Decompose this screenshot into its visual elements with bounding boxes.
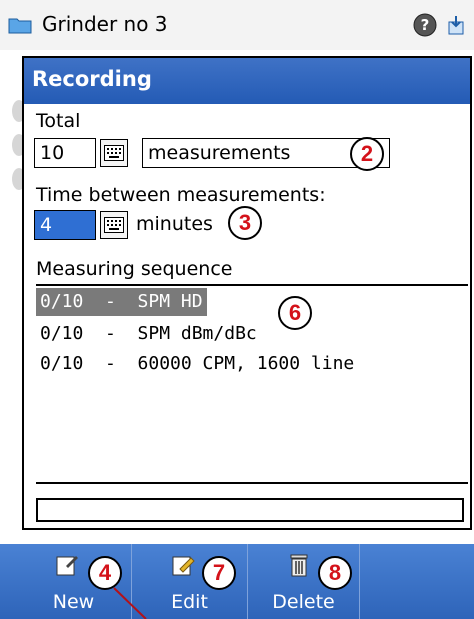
callout-7: 7	[202, 556, 236, 590]
title-bar: Grinder no 3 ?	[0, 0, 474, 50]
folder-icon	[8, 18, 32, 34]
interval-unit-label: minutes	[136, 213, 213, 235]
sequence-item[interactable]: 0/10 - SPM dBm/dBc	[36, 320, 261, 348]
total-label: Total	[36, 110, 81, 132]
dialog-header: Recording	[24, 58, 470, 104]
callout-8: 8	[318, 556, 352, 590]
delete-icon	[290, 554, 308, 577]
keyboard-icon	[104, 145, 124, 161]
recording-dialog: Recording Total 10 measurements 2 Time b…	[22, 56, 472, 530]
new-icon	[56, 556, 78, 576]
sequence-divider	[36, 284, 468, 286]
keyboard-icon	[104, 217, 124, 233]
total-input[interactable]: 10	[34, 138, 96, 168]
interval-keyboard-button[interactable]	[100, 211, 128, 239]
svg-text:?: ?	[421, 16, 430, 34]
delete-button-label: Delete	[272, 591, 335, 613]
total-keyboard-button[interactable]	[100, 139, 128, 167]
callout-4: 4	[88, 556, 122, 590]
bottom-toolbar: New Edit Delete	[0, 544, 474, 619]
sequence-item[interactable]: 0/10 - 60000 CPM, 1600 line	[36, 350, 358, 378]
callout-3: 3	[228, 206, 262, 240]
export-icon[interactable]	[446, 14, 468, 36]
window-title: Grinder no 3	[42, 12, 168, 36]
sequence-label: Measuring sequence	[36, 258, 233, 280]
callout-2: 2	[350, 137, 384, 171]
interval-label: Time between measurements:	[36, 184, 326, 206]
edit-icon	[172, 556, 195, 576]
sequence-item[interactable]: 0/10 - SPM HD	[36, 288, 207, 316]
callout-6: 6	[278, 296, 312, 330]
help-icon[interactable]: ?	[413, 13, 437, 37]
interval-input[interactable]: 4	[34, 210, 96, 240]
dialog-title: Recording	[32, 67, 152, 91]
sequence-bottom-divider	[36, 482, 468, 484]
callout-pointer-line	[113, 587, 147, 619]
status-field	[36, 498, 464, 522]
